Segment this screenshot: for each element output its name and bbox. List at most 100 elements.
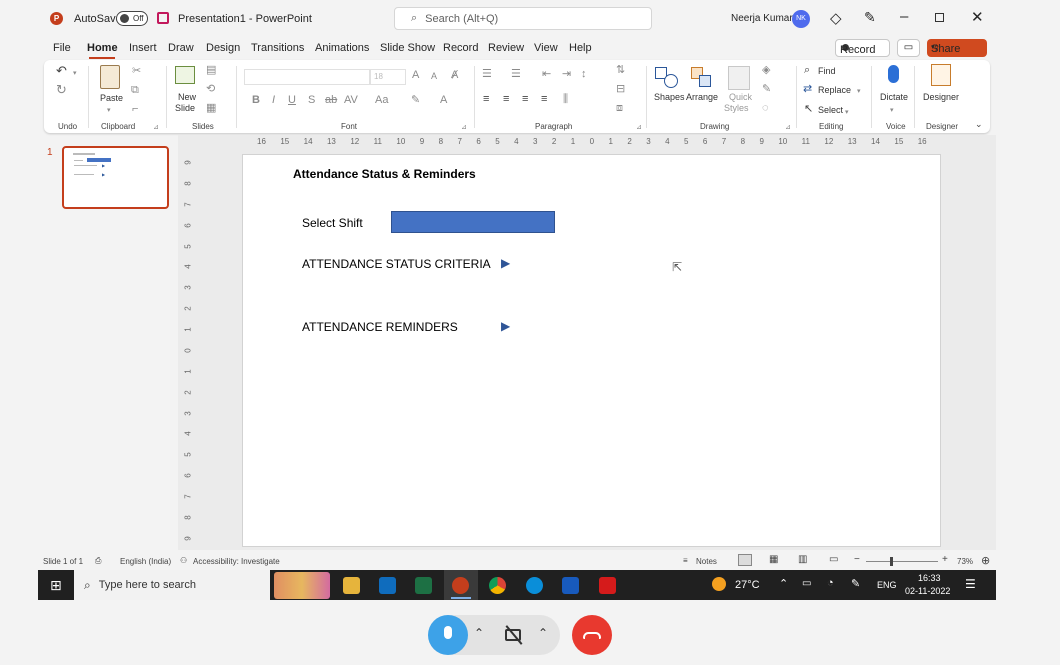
file-explorer-icon[interactable]: [343, 577, 360, 594]
chevron-down-icon[interactable]: ▾: [857, 86, 861, 97]
tab-file[interactable]: File: [53, 42, 71, 54]
font-size-select[interactable]: 18: [370, 69, 406, 85]
tab-slide-show[interactable]: Slide Show: [380, 42, 435, 54]
shape-fill-icon[interactable]: ◈: [762, 65, 770, 76]
spell-check-icon[interactable]: ⎙: [95, 556, 101, 566]
slide-canvas[interactable]: Attendance Status & Reminders Select Shi…: [242, 154, 941, 547]
shift-selector-box[interactable]: [391, 211, 555, 233]
chevron-up-icon[interactable]: ⌃: [538, 626, 548, 640]
align-left-icon[interactable]: ≡: [483, 94, 489, 105]
chevron-down-icon[interactable]: ▾: [890, 105, 894, 116]
underline-icon[interactable]: U: [288, 95, 296, 106]
chevron-down-icon[interactable]: ▾: [73, 68, 77, 79]
tab-transitions[interactable]: Transitions: [251, 42, 304, 54]
change-case-icon[interactable]: Aa: [375, 95, 388, 106]
shape-outline-icon[interactable]: ✎: [762, 84, 771, 95]
font-family-select[interactable]: [244, 69, 370, 85]
bold-icon[interactable]: B: [252, 95, 260, 106]
tab-insert[interactable]: Insert: [129, 42, 157, 54]
arrange-label[interactable]: Arrange: [686, 92, 718, 102]
copy-icon[interactable]: ⧉: [131, 85, 139, 96]
zoom-out-icon[interactable]: −: [854, 554, 860, 565]
restore-icon[interactable]: [935, 13, 944, 22]
play-arrow-icon[interactable]: ▶: [501, 256, 510, 270]
shapes-icon[interactable]: [655, 67, 679, 89]
clock-time[interactable]: 16:33: [918, 573, 941, 583]
dictate-label[interactable]: Dictate: [880, 92, 908, 102]
clock-date[interactable]: 02-11-2022: [905, 586, 950, 596]
align-right-icon[interactable]: ≡: [522, 94, 528, 105]
chrome-icon[interactable]: [489, 577, 506, 594]
notes-icon[interactable]: ≡: [683, 556, 688, 565]
microphone-icon[interactable]: [888, 65, 899, 83]
accessibility-icon[interactable]: ⚇: [180, 556, 187, 565]
select-icon[interactable]: ↖: [804, 104, 813, 115]
paste-icon[interactable]: [100, 65, 120, 89]
attendance-reminders-label[interactable]: ATTENDANCE REMINDERS: [302, 320, 458, 334]
diamond-icon[interactable]: ◇: [830, 9, 842, 27]
tab-view[interactable]: View: [534, 42, 558, 54]
dialog-launcher-icon[interactable]: ⊿: [461, 122, 467, 133]
tab-review[interactable]: Review: [488, 42, 524, 54]
word-icon[interactable]: [562, 577, 579, 594]
camera-off-button[interactable]: [495, 615, 535, 655]
language-indicator[interactable]: ENG: [877, 580, 897, 590]
powerpoint-taskbar-icon[interactable]: [452, 577, 469, 594]
reset-icon[interactable]: ⟲: [206, 84, 215, 95]
text-direction-icon[interactable]: ⇅: [616, 65, 625, 76]
arrange-icon[interactable]: [691, 67, 713, 89]
play-arrow-icon[interactable]: ▶: [501, 319, 510, 333]
skype-icon[interactable]: [526, 577, 543, 594]
weather-temp[interactable]: 27°C: [735, 579, 760, 591]
find-icon[interactable]: ⌕: [804, 65, 810, 76]
close-icon[interactable]: ✕: [971, 8, 984, 26]
numbering-icon[interactable]: ☰: [511, 69, 521, 80]
shadow-icon[interactable]: S: [308, 95, 315, 106]
accessibility-status[interactable]: Accessibility: Investigate: [193, 557, 280, 566]
weather-sun-icon[interactable]: [712, 577, 726, 591]
designer-icon[interactable]: [931, 64, 951, 86]
redo-icon[interactable]: ↻: [56, 83, 67, 96]
shapes-label[interactable]: Shapes: [654, 92, 685, 102]
format-painter-icon[interactable]: ⌐: [132, 104, 138, 115]
quick-styles-label-1[interactable]: Quick: [729, 92, 752, 102]
slide-thumbnail[interactable]: ▶ ▶: [62, 146, 169, 209]
quick-styles-icon[interactable]: [728, 66, 750, 90]
replace-icon[interactable]: ⇄: [803, 84, 812, 95]
undo-icon[interactable]: ↶: [56, 64, 67, 77]
wifi-icon[interactable]: ◔: [827, 577, 834, 589]
align-text-icon[interactable]: ⊟: [616, 84, 625, 95]
user-name[interactable]: Neerja Kumar: [731, 13, 793, 24]
cut-icon[interactable]: ✂: [132, 66, 141, 77]
tab-animations[interactable]: Animations: [315, 42, 369, 54]
widgets-art-icon[interactable]: [274, 572, 330, 599]
dialog-launcher-icon[interactable]: ⊿: [785, 122, 791, 133]
pen-icon[interactable]: ✎: [864, 9, 876, 26]
new-slide-label-2[interactable]: Slide: [175, 103, 195, 113]
shrink-font-icon[interactable]: A: [431, 71, 437, 82]
justify-icon[interactable]: ≡: [541, 94, 547, 105]
strikethrough-icon[interactable]: ab: [325, 95, 337, 106]
fit-slide-icon[interactable]: ⊕: [981, 554, 990, 567]
shape-effects-icon[interactable]: ◌: [762, 103, 769, 114]
line-spacing-icon[interactable]: ↕: [581, 69, 587, 80]
char-spacing-icon[interactable]: AV: [344, 95, 358, 106]
microphone-button[interactable]: [428, 615, 468, 655]
grow-font-icon[interactable]: A: [412, 70, 419, 81]
tab-draw[interactable]: Draw: [168, 42, 194, 54]
new-slide-label-1[interactable]: New: [178, 92, 196, 102]
acrobat-icon[interactable]: [599, 577, 616, 594]
taskbar-search[interactable]: ⌕ Type here to search: [74, 570, 270, 600]
autosave-toggle[interactable]: Off: [116, 11, 148, 26]
excel-icon[interactable]: [415, 577, 432, 594]
designer-label[interactable]: Designer: [923, 92, 959, 102]
windows-start-icon[interactable]: ⊞: [50, 577, 62, 594]
share-button[interactable]: ⇪ Share ▾: [927, 39, 987, 57]
comments-icon[interactable]: ▭: [897, 39, 920, 57]
slideshow-view-icon[interactable]: ▭: [829, 554, 838, 565]
italic-icon[interactable]: I: [272, 95, 275, 106]
pen-icon[interactable]: ✎: [851, 577, 860, 590]
zoom-level[interactable]: 73%: [957, 557, 973, 566]
zoom-in-icon[interactable]: +: [942, 554, 948, 565]
paste-label[interactable]: Paste: [100, 93, 123, 103]
